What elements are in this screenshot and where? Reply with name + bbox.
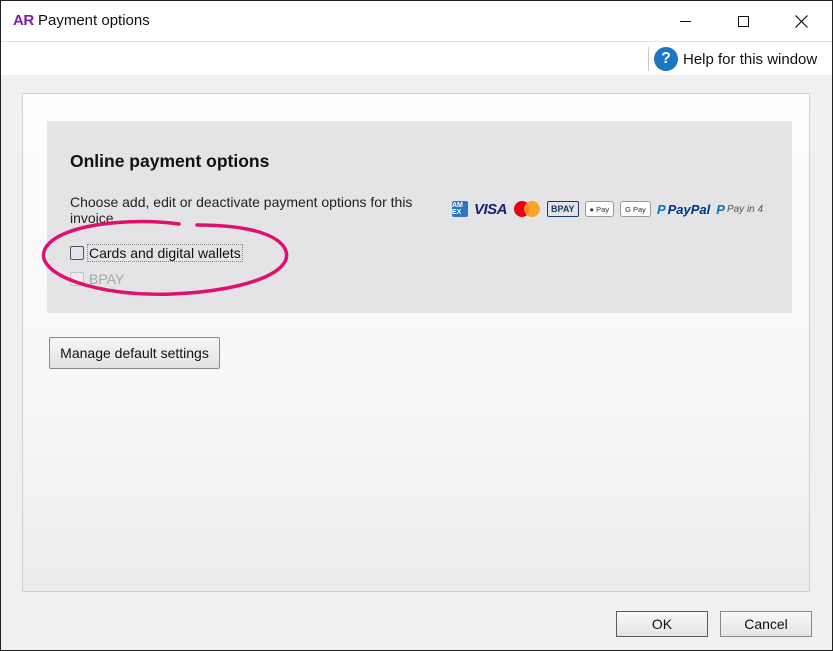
ok-button[interactable]: OK bbox=[616, 611, 708, 637]
paypal-pay-in-4-logo: P Pay in 4 bbox=[716, 201, 764, 217]
apple-icon: ● bbox=[589, 204, 595, 214]
amex-logo: AM EX bbox=[452, 201, 468, 217]
online-payment-section: Online payment options Choose add, edit … bbox=[47, 121, 792, 313]
title-bar: AR Payment options bbox=[1, 1, 832, 41]
paypal-icon: P bbox=[716, 201, 725, 217]
cards-digital-wallets-option[interactable]: Cards and digital wallets bbox=[70, 244, 243, 262]
maximize-button[interactable] bbox=[714, 1, 772, 41]
visa-logo: VISA bbox=[474, 200, 508, 218]
help-icon: ? bbox=[654, 47, 678, 71]
close-button[interactable] bbox=[772, 1, 830, 41]
maximize-icon bbox=[737, 15, 749, 27]
google-pay-logo: G Pay bbox=[620, 201, 651, 217]
window-title: Payment options bbox=[38, 12, 150, 29]
help-label: Help for this window bbox=[683, 50, 818, 68]
payment-options-window: AR Payment options ? Help for this windo… bbox=[0, 0, 833, 651]
content-panel: Online payment options Choose add, edit … bbox=[22, 93, 810, 592]
bpay-checkbox bbox=[70, 272, 84, 286]
help-toolbar: ? Help for this window bbox=[1, 41, 832, 75]
apple-pay-logo: ● Pay bbox=[584, 201, 615, 217]
section-title: Online payment options bbox=[70, 151, 270, 171]
minimize-button[interactable] bbox=[656, 1, 714, 41]
toolbar-divider bbox=[648, 47, 649, 71]
paypal-logo: P PayPal bbox=[656, 201, 711, 217]
minimize-icon bbox=[679, 20, 691, 22]
payment-logos: AM EX VISA BPAY ● Pay G Pay P PayPal P Pay… bbox=[452, 199, 769, 219]
bpay-label: BPAY bbox=[89, 271, 125, 287]
app-logo: AR bbox=[13, 12, 34, 29]
cards-digital-wallets-checkbox[interactable] bbox=[70, 246, 84, 260]
bpay-logo: BPAY bbox=[547, 201, 579, 217]
paypal-icon: P bbox=[656, 201, 666, 217]
mastercard-logo bbox=[513, 200, 541, 218]
close-icon bbox=[794, 14, 808, 28]
manage-default-settings-button[interactable]: Manage default settings bbox=[49, 337, 220, 369]
help-for-window-link[interactable]: ? Help for this window bbox=[654, 46, 817, 72]
section-description: Choose add, edit or deactivate payment o… bbox=[70, 194, 413, 226]
cancel-button[interactable]: Cancel bbox=[720, 611, 812, 637]
bpay-option: BPAY bbox=[70, 270, 126, 288]
cards-digital-wallets-label[interactable]: Cards and digital wallets bbox=[87, 244, 243, 262]
